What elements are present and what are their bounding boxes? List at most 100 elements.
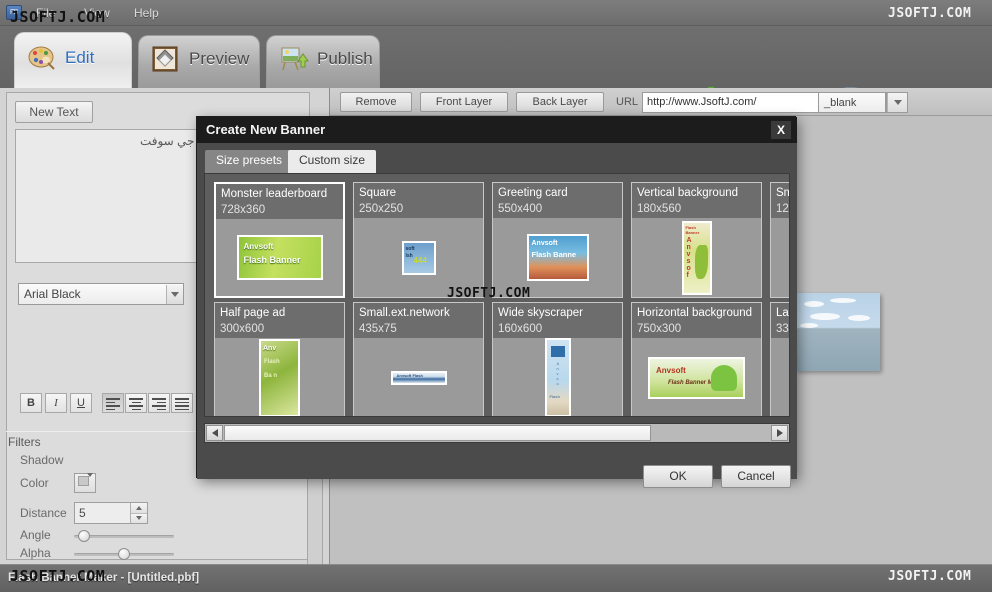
tab-preview[interactable]: Preview [138,35,260,88]
link-target-dropdown-button[interactable] [886,92,908,113]
preset-card-wide-skyscraper[interactable]: Wide skyscraper 160x600 Anvso Flash [492,302,623,416]
preset-size: 550x400 [498,203,543,215]
underline-button[interactable]: U [70,393,92,413]
stepper-up-icon[interactable] [131,503,147,514]
preset-thumb-wrap: Anvsoft Flash Banner Maker [632,338,761,416]
preset-card-horizontal-background[interactable]: Horizontal background 750x300 Anvsoft Fl… [631,302,762,416]
preset-card-small-rect[interactable]: Small rect 125x125 [770,182,789,298]
dialog-title-bar: Create New Banner X [197,117,797,143]
scroll-right-button[interactable] [771,425,788,441]
preset-thumb-wrap [771,218,789,297]
preset-name: Monster leaderboard [221,188,328,200]
tab-publish[interactable]: Publish [266,35,380,88]
shadow-color-picker[interactable] [74,473,96,493]
align-justify-icon [172,394,192,414]
preset-card-vertical-background[interactable]: Vertical background 180x560 Flash Banner… [631,182,762,298]
preset-thumbnail: Anvsoft Flash [392,372,445,383]
preset-list[interactable]: Monster leaderboard 728x360 Anvsoft Flas… [204,173,790,417]
angle-slider[interactable] [74,529,174,543]
link-target-select[interactable]: _blank [818,92,886,113]
preset-name: Wide skyscraper [498,307,583,319]
url-label: URL [616,96,639,108]
align-center-button[interactable] [125,393,147,413]
watermark-bottom-right: JSOFTJ.COM [888,569,972,584]
dialog-body: Size presets Custom size Monster leaderb… [197,143,797,488]
preset-size: 728x360 [221,204,266,216]
italic-button[interactable]: I [45,393,67,413]
preset-name: Small.ext.network [359,307,450,319]
preset-size: 435x75 [359,323,397,335]
status-bar: Flash Banner Maker - [Untitled.pbf] JSOF… [0,564,992,592]
dialog-title: Create New Banner [206,122,326,137]
filters-title: Filters [8,435,41,449]
align-justify-button[interactable] [171,393,193,413]
tab-strip: Edit Preview Publish [0,26,992,101]
scroll-left-button[interactable] [206,425,223,441]
preset-thumb-wrap: Flash Banner Anvsof [632,218,761,297]
tab-size-presets[interactable]: Size presets [205,150,294,173]
status-text: Flash Banner Maker - [Untitled.pbf] [8,572,200,584]
chevron-down-icon [87,473,93,491]
preset-name: Greeting card [498,187,568,199]
align-left-icon [103,394,123,414]
menu-bar: FB File View Help JSOFTJ.COM JSOFTJ.COM [0,0,992,26]
tab-edit[interactable]: Edit [14,32,132,88]
preset-card-half-page-ad[interactable]: Half page ad 300x600 Anv Flash Ba n [214,302,345,416]
menu-item-help[interactable]: Help [128,4,165,22]
preset-name: Horizontal background [637,307,753,319]
align-right-button[interactable] [148,393,170,413]
preset-thumbnail: Anvsoft Flash Banne [528,236,587,279]
font-family-value: Arial Black [24,287,81,301]
preset-card-small-ext-network[interactable]: Small.ext.network 435x75 Anvsoft Flash [353,302,484,416]
font-family-select[interactable]: Arial Black [18,283,184,305]
menu-item-file[interactable]: File [30,4,61,22]
distance-value: 5 [79,506,86,520]
url-input[interactable]: http://www.JsoftJ.com/ [642,92,846,113]
align-left-button[interactable] [102,393,124,413]
slider-knob[interactable] [78,530,91,542]
bold-button[interactable]: B [20,393,42,413]
cancel-button[interactable]: Cancel [721,465,791,488]
preset-header: Large rect 336x280 [771,303,789,338]
close-icon[interactable]: X [771,121,791,139]
diamond-stack-icon [151,45,181,73]
distance-stepper[interactable]: 5 [74,502,148,524]
alpha-label: Alpha [20,546,51,560]
align-right-icon [149,394,169,414]
alpha-slider[interactable] [74,547,174,561]
angle-label: Angle [20,528,51,542]
preset-thumb-wrap: Anvsoft Flash Banne [493,218,622,297]
preset-thumb-wrap: Anvso Flash [493,338,622,416]
banner-preview-image[interactable] [796,293,880,371]
link-target-value: _blank [824,96,857,109]
slider-knob[interactable] [118,548,130,560]
ok-button[interactable]: OK [643,465,713,488]
hscroll-thumb[interactable] [224,425,652,441]
back-layer-button[interactable]: Back Layer [516,92,604,112]
preset-size: 125x125 [776,203,789,215]
menu-item-view[interactable]: View [78,4,116,22]
preset-thumbnail: Flash Banner Anvsof [683,222,710,293]
watermark-top-right: JSOFTJ.COM [888,6,972,21]
preset-card-square[interactable]: Square 250x250 soft lsh 444 [353,182,484,298]
chevron-down-icon [166,284,183,304]
preset-hscrollbar[interactable] [204,423,790,443]
preset-card-greeting-card[interactable]: Greeting card 550x400 Anvsoft Flash Bann… [492,182,623,298]
stepper-down-icon[interactable] [131,513,147,523]
preset-name: Square [359,187,397,199]
preset-thumb-wrap: Anvsoft Flash [354,338,483,416]
preset-thumb-wrap [771,338,789,416]
preset-card-monster-leaderboard[interactable]: Monster leaderboard 728x360 Anvsoft Flas… [214,182,345,298]
remove-button[interactable]: Remove [340,92,412,112]
app-icon: FB [6,5,22,20]
preset-name: Small rect [776,187,789,199]
front-layer-button[interactable]: Front Layer [420,92,508,112]
create-new-banner-dialog: Create New Banner X Size presets Custom … [196,116,797,488]
tab-custom-size[interactable]: Custom size [288,150,377,173]
new-text-button[interactable]: New Text [15,101,93,123]
preset-header: Vertical background 180x560 [632,183,761,218]
shadow-label: Shadow [20,453,64,467]
preset-card-large-rect[interactable]: Large rect 336x280 [770,302,789,416]
stepper-buttons[interactable] [130,503,147,523]
preset-size: 336x280 [776,323,789,335]
